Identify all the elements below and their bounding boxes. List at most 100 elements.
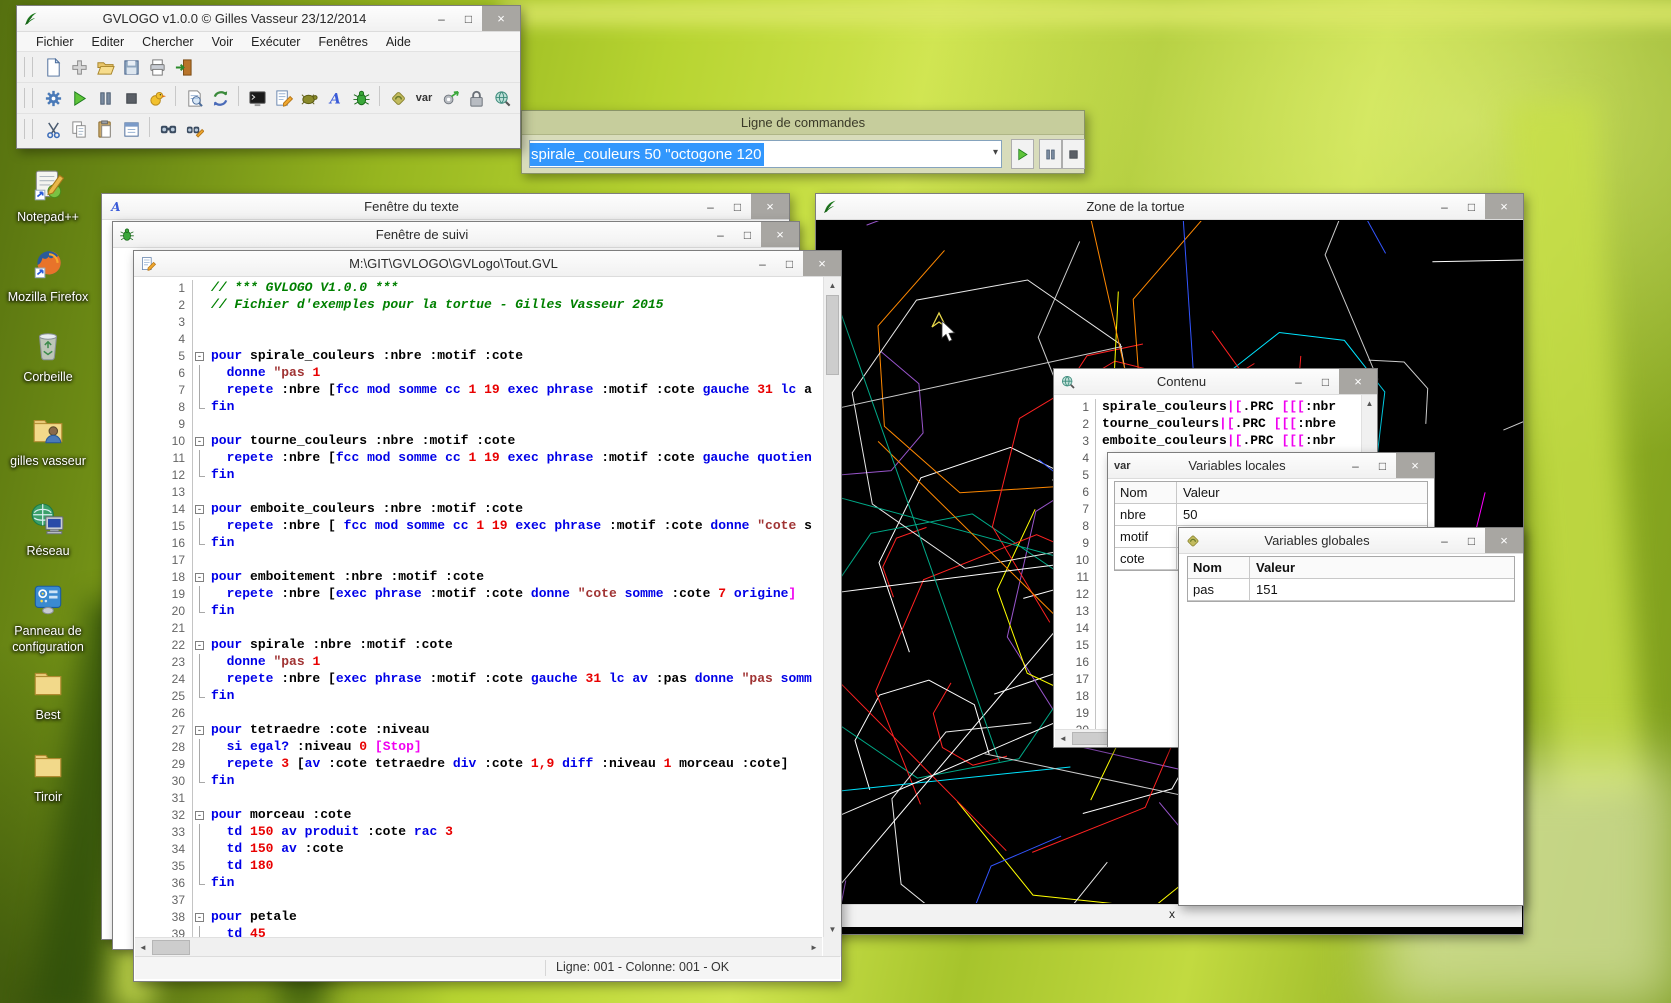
minimize-button[interactable]: – xyxy=(1431,194,1458,219)
code-line-2[interactable]: 2// Fichier d'exemples pour la tortue - … xyxy=(135,297,822,314)
code-line-37[interactable]: 37 xyxy=(135,892,822,909)
command-input-value[interactable]: spirale_couleurs 50 "octogone 120 xyxy=(529,143,764,166)
run-command-button[interactable] xyxy=(1011,139,1034,169)
main-titlebar[interactable]: GVLOGO v1.0.0 © Gilles Vasseur 23/12/201… xyxy=(17,6,520,32)
code-line-3[interactable]: 3 xyxy=(135,314,822,331)
close-button[interactable]: × xyxy=(1485,194,1523,219)
maximize-button[interactable]: □ xyxy=(1458,194,1485,219)
close-button[interactable]: × xyxy=(751,194,789,219)
menu-exécuter[interactable]: Exécuter xyxy=(242,34,309,50)
close-button[interactable]: × xyxy=(1339,369,1377,394)
add-button[interactable] xyxy=(66,55,92,79)
code-line-8[interactable]: 8fin xyxy=(135,399,822,416)
menu-chercher[interactable]: Chercher xyxy=(133,34,202,50)
font-button[interactable]: A xyxy=(322,86,348,110)
locales-titlebar[interactable]: var Variables locales –□× xyxy=(1108,453,1434,479)
editor-hscrollbar[interactable]: ◄ ► xyxy=(135,937,822,957)
view-doc-button[interactable] xyxy=(181,86,207,110)
scroll-down-icon[interactable]: ▼ xyxy=(824,921,841,937)
close-button[interactable]: × xyxy=(803,251,841,276)
code-line-20[interactable]: 20fin xyxy=(135,603,822,620)
minimize-button[interactable]: – xyxy=(749,251,776,276)
code-line-29[interactable]: 29 repete 3 [av :cote tetraedre div :cot… xyxy=(135,756,822,773)
menu-aide[interactable]: Aide xyxy=(377,34,420,50)
turtle-button[interactable] xyxy=(296,86,322,110)
code-line-13[interactable]: 13 xyxy=(135,484,822,501)
menu-fenêtres[interactable]: Fenêtres xyxy=(309,34,376,50)
scroll-thumb[interactable] xyxy=(152,940,190,955)
desktop-icon-notepadpp[interactable]: Notepad++ xyxy=(4,168,92,226)
desktop-icon-panneau[interactable]: Panneau de configuration xyxy=(4,582,92,655)
edit-button[interactable] xyxy=(270,86,296,110)
editor-titlebar[interactable]: M:\GIT\GVLOGO\GVLogo\Tout.GVL –□× xyxy=(134,251,841,277)
print-button[interactable] xyxy=(144,55,170,79)
minimize-button[interactable]: – xyxy=(1342,453,1369,478)
code-line-4[interactable]: 4 xyxy=(135,331,822,348)
replace-button[interactable] xyxy=(181,117,207,141)
contenu-row-3[interactable]: 3emboite_couleurs|[.PRC [[[:nbr xyxy=(1055,433,1360,450)
exec-gear-button[interactable] xyxy=(437,86,463,110)
code-line-21[interactable]: 21 xyxy=(135,620,822,637)
scroll-thumb[interactable] xyxy=(826,295,839,375)
toolbar-grip[interactable] xyxy=(24,57,33,77)
desktop-icon-corbeille[interactable]: Corbeille xyxy=(4,328,92,386)
toolbar-grip[interactable] xyxy=(24,88,33,108)
code-line-15[interactable]: 15 repete :nbre [ fcc mod somme cc 1 19 … xyxy=(135,518,822,535)
fold-collapse-icon[interactable]: - xyxy=(195,437,204,446)
code-line-10[interactable]: 10-pour tourne_couleurs :nbre :motif :co… xyxy=(135,433,822,450)
console-button[interactable] xyxy=(244,86,270,110)
settings-button[interactable] xyxy=(40,86,66,110)
fold-collapse-icon[interactable]: - xyxy=(195,641,204,650)
desktop-icon-gilles-vasseur[interactable]: gilles vasseur xyxy=(4,412,92,470)
save-button[interactable] xyxy=(118,55,144,79)
new-doc-button[interactable] xyxy=(40,55,66,79)
toolbar-grip[interactable] xyxy=(24,119,33,139)
desktop-icon-tiroir[interactable]: Tiroir xyxy=(4,748,92,806)
fold-collapse-icon[interactable]: - xyxy=(195,913,204,922)
texte-titlebar[interactable]: A Fenêtre du texte –□× xyxy=(102,194,789,220)
code-line-17[interactable]: 17 xyxy=(135,552,822,569)
close-button[interactable]: × xyxy=(761,222,799,247)
code-line-39[interactable]: 39 td 45 xyxy=(135,926,822,937)
maximize-button[interactable]: □ xyxy=(1312,369,1339,394)
menu-fichier[interactable]: Fichier xyxy=(27,34,83,50)
code-line-16[interactable]: 16fin xyxy=(135,535,822,552)
code-line-27[interactable]: 27-pour tetraedre :cote :niveau xyxy=(135,722,822,739)
code-line-7[interactable]: 7 repete :nbre [fcc mod somme cc 1 19 ex… xyxy=(135,382,822,399)
minimize-button[interactable]: – xyxy=(1285,369,1312,394)
code-line-22[interactable]: 22-pour spirale :nbre :motif :cote xyxy=(135,637,822,654)
suivi-titlebar[interactable]: Fenêtre de suivi –□× xyxy=(113,222,799,248)
maximize-button[interactable]: □ xyxy=(1369,453,1396,478)
stop-command-button[interactable] xyxy=(1062,139,1085,169)
code-line-19[interactable]: 19 repete :nbre [exec phrase :motif :cot… xyxy=(135,586,822,603)
form-button[interactable] xyxy=(118,117,144,141)
scroll-up-icon[interactable]: ▲ xyxy=(1362,395,1377,411)
cut-button[interactable] xyxy=(40,117,66,141)
code-line-9[interactable]: 9 xyxy=(135,416,822,433)
code-line-11[interactable]: 11 repete :nbre [fcc mod somme cc 1 19 e… xyxy=(135,450,822,467)
maximize-button[interactable]: □ xyxy=(1458,528,1485,553)
lock-button[interactable] xyxy=(463,86,489,110)
code-line-18[interactable]: 18-pour emboitement :nbre :motif :cote xyxy=(135,569,822,586)
maximize-button[interactable]: □ xyxy=(776,251,803,276)
scroll-left-icon[interactable]: ◄ xyxy=(135,938,151,957)
command-combobox[interactable]: spirale_couleurs 50 "octogone 120 ▾ xyxy=(529,140,1002,168)
code-line-26[interactable]: 26 xyxy=(135,705,822,722)
code-line-36[interactable]: 36fin xyxy=(135,875,822,892)
paste-button[interactable] xyxy=(92,117,118,141)
open-button[interactable] xyxy=(92,55,118,79)
code-line-34[interactable]: 34 td 150 av :cote xyxy=(135,841,822,858)
var-button[interactable]: var xyxy=(411,86,437,110)
code-line-23[interactable]: 23 donne "pas 1 xyxy=(135,654,822,671)
minimize-button[interactable]: – xyxy=(1431,528,1458,553)
code-editor[interactable]: 1// *** GVLOGO V1.0.0 ***2// Fichier d'e… xyxy=(135,277,822,937)
chevron-down-icon[interactable]: ▾ xyxy=(993,147,998,158)
fold-collapse-icon[interactable]: - xyxy=(195,505,204,514)
globe-button[interactable] xyxy=(489,86,515,110)
scroll-left-icon[interactable]: ◄ xyxy=(1055,730,1071,747)
code-line-25[interactable]: 25fin xyxy=(135,688,822,705)
minimize-button[interactable]: – xyxy=(697,194,724,219)
globales-titlebar[interactable]: Variables globales –□× xyxy=(1179,528,1523,554)
code-line-33[interactable]: 33 td 150 av produit :cote rac 3 xyxy=(135,824,822,841)
debug-duck-button[interactable] xyxy=(144,86,170,110)
